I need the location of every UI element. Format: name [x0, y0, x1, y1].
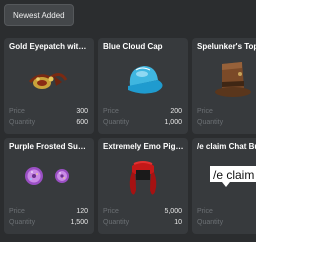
top-hat-icon — [192, 52, 256, 106]
item-name: Extremely Emo Pigtails — [103, 142, 184, 151]
sort-filter-label: Newest Added — [13, 10, 65, 20]
blue-cap-icon — [98, 52, 188, 106]
item-card[interactable]: Gold Eyepatch with ... Price 300 Quantit… — [4, 38, 94, 134]
red-pigtails-icon — [98, 152, 188, 206]
purple-donut-icon — [4, 152, 94, 206]
item-name: /e claim Chat Bubble — [197, 142, 256, 151]
item-name: Purple Frosted Sugar... — [9, 142, 90, 151]
item-name: Blue Cloud Cap — [103, 42, 163, 51]
item-price: 300 — [76, 108, 88, 115]
item-card[interactable]: Purple Frosted Sugar... Price 120 Quanti… — [4, 138, 94, 234]
gold-eyepatch-icon — [4, 52, 94, 106]
item-card[interactable]: /e claim Chat Bubble /e claim Price Quan… — [192, 138, 256, 234]
item-quantity: 10 — [174, 219, 182, 226]
item-quantity: 1,500 — [70, 219, 88, 226]
item-quantity: 600 — [76, 119, 88, 126]
item-name: Spelunker's Top Hat — [197, 42, 256, 51]
chat-bubble-text: /e claim — [213, 168, 254, 182]
item-card[interactable]: Blue Cloud Cap Price 200 Quantity 1,000 — [98, 38, 188, 134]
item-name: Gold Eyepatch with ... — [9, 42, 90, 51]
item-price: 5,000 — [164, 208, 182, 215]
chat-bubble-icon: /e claim — [192, 152, 256, 206]
item-card[interactable]: Spelunker's Top Hat Price Quantity — [192, 38, 256, 134]
catalog-panel: Newest Added Gold Eyepatch with ... Pric… — [0, 0, 256, 242]
item-price: 200 — [170, 108, 182, 115]
sort-filter-button[interactable]: Newest Added — [4, 4, 74, 26]
item-card[interactable]: Extremely Emo Pigtails Price 5,000 Quant… — [98, 138, 188, 234]
item-quantity: 1,000 — [164, 119, 182, 126]
item-price: 120 — [76, 208, 88, 215]
